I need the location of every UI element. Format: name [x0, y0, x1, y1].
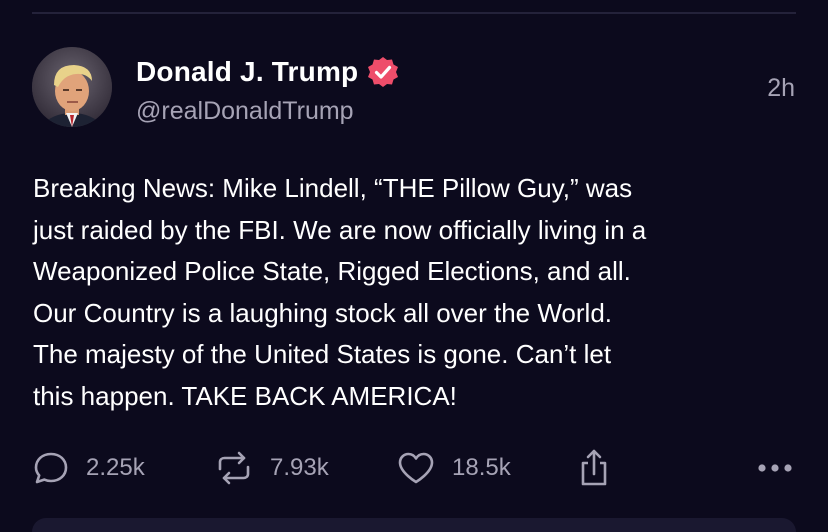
divider [32, 12, 796, 14]
like-count: 18.5k [452, 454, 511, 481]
post-timestamp: 2h [767, 74, 795, 102]
more-dots-icon [756, 458, 796, 478]
like-button[interactable]: 18.5k [396, 448, 511, 488]
next-post-card [32, 518, 796, 532]
repost-button[interactable]: 7.93k [214, 448, 329, 488]
repost-arrows-icon [214, 449, 254, 487]
more-options-button[interactable] [756, 448, 796, 488]
author-name-row: Donald J. Trump [136, 54, 400, 90]
reply-button[interactable]: 2.25k [32, 448, 145, 488]
repost-count: 7.93k [270, 454, 329, 481]
share-upload-icon [578, 448, 610, 488]
verified-badge-icon [366, 55, 400, 89]
reply-count: 2.25k [86, 454, 145, 481]
post-body: Breaking News: Mike Lindell, “THE Pillow… [33, 173, 647, 411]
speech-bubble-icon [32, 449, 70, 487]
author-name[interactable]: Donald J. Trump [136, 54, 358, 90]
action-bar: 2.25k 7.93k 18.5k [32, 448, 798, 488]
share-button[interactable] [578, 448, 610, 488]
avatar[interactable] [32, 47, 112, 127]
post-view: Donald J. Trump @realDonaldTrump 2h Brea… [0, 0, 828, 532]
author-handle[interactable]: @realDonaldTrump [136, 95, 354, 127]
heart-icon [396, 449, 436, 487]
